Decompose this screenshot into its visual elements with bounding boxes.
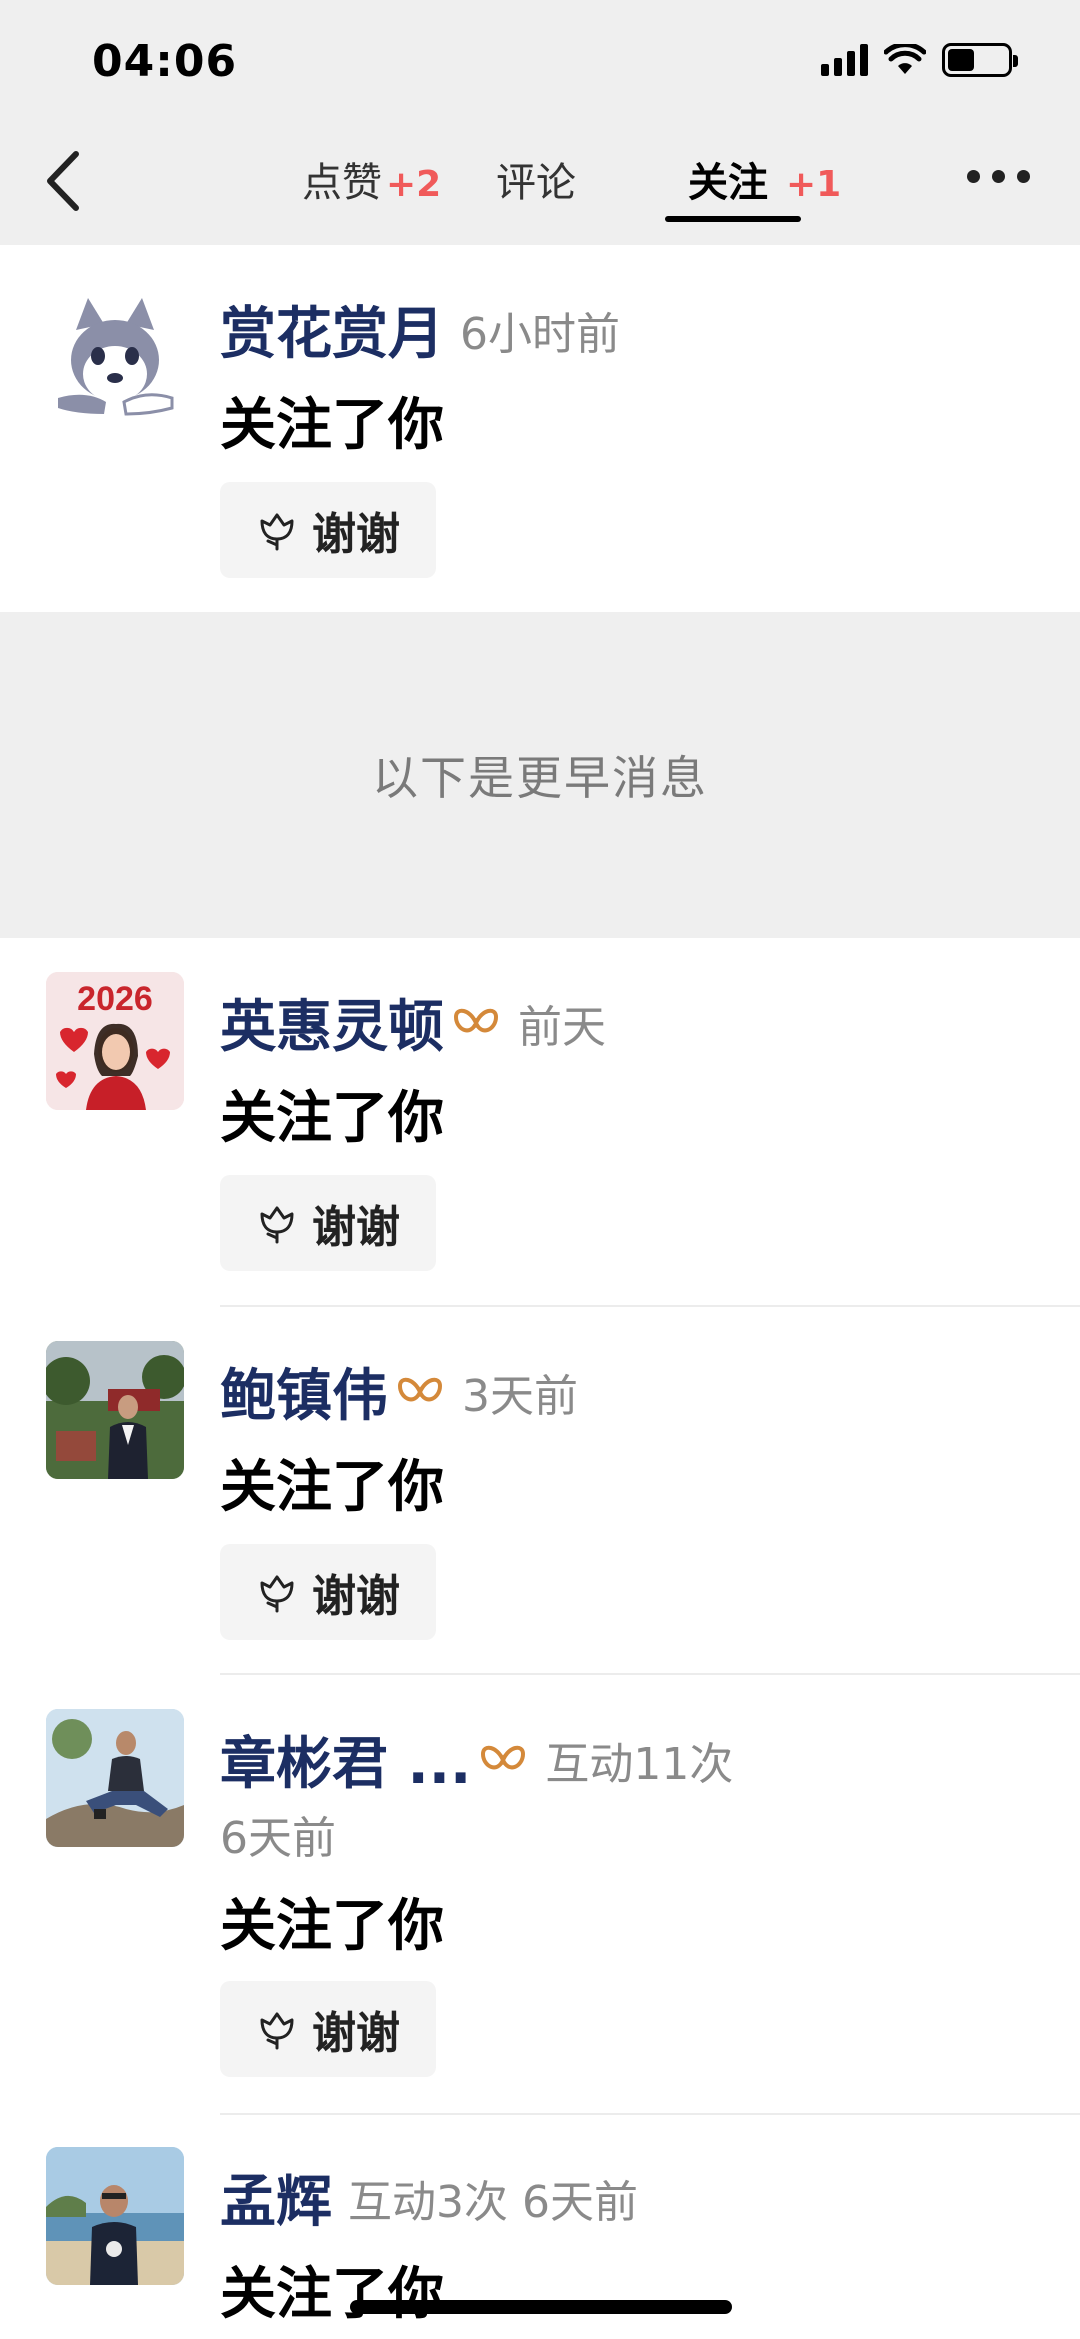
status-time: 04:06 <box>92 36 238 87</box>
avatar[interactable] <box>46 1341 184 1479</box>
avatar-text: 2026 <box>77 980 153 1018</box>
thanks-label: 谢谢 <box>312 509 400 560</box>
wifi-icon <box>884 44 926 74</box>
avatar-image <box>46 1341 184 1479</box>
interaction-count: 互动11次 <box>545 1738 734 1790</box>
active-tab-indicator <box>665 216 801 222</box>
avatar[interactable] <box>46 1709 184 1847</box>
thanks-label: 谢谢 <box>312 1202 400 1253</box>
timestamp: 6小时前 <box>460 308 620 360</box>
tab-likes[interactable]: 点赞 +2 <box>302 150 441 208</box>
tab-likes-label: 点赞 <box>302 160 382 206</box>
avatar[interactable] <box>46 290 184 428</box>
signal-icon <box>821 44 868 76</box>
action-text: 关注了你 <box>220 2262 444 2327</box>
thanks-button[interactable]: 谢谢 <box>220 1981 436 2077</box>
action-text: 关注了你 <box>220 1086 444 1151</box>
flower-icon <box>260 1575 294 1613</box>
thanks-label: 谢谢 <box>312 2008 400 2059</box>
action-text: 关注了你 <box>220 1894 444 1959</box>
earlier-messages-label: 以下是更早消息 <box>372 751 708 805</box>
action-text: 关注了你 <box>220 393 444 458</box>
battery-icon <box>942 43 1018 77</box>
tab-likes-badge: +2 <box>386 164 442 205</box>
notification-item[interactable]: 鲍镇伟 3天前 关注了你 谢谢 <box>0 1307 1080 1673</box>
more-options-icon[interactable] <box>967 170 1030 183</box>
avatar-image <box>46 2147 184 2285</box>
notification-item[interactable]: 章彬君 ... 互动11次 6天前 关注了你 谢谢 <box>0 1675 1080 2113</box>
avatar-image: 2026 <box>46 972 184 1110</box>
tab-follows-badge: +1 <box>785 164 842 205</box>
tab-follows-label: 关注 <box>688 160 768 206</box>
user-name[interactable]: 英惠灵顿 <box>220 982 444 1063</box>
action-text: 关注了你 <box>220 1455 444 1520</box>
timestamp: 互动3次 6天前 <box>348 2176 638 2228</box>
notification-item[interactable]: 2026 英惠灵顿 前天 关注了你 谢谢 <box>0 938 1080 1305</box>
user-name[interactable]: 章彬君 ... <box>220 1719 471 1800</box>
home-indicator[interactable] <box>350 2300 732 2314</box>
tab-follows[interactable]: 关注 +1 <box>688 150 841 208</box>
avatar[interactable]: 2026 <box>46 972 184 1110</box>
husky-avatar-icon <box>58 298 174 416</box>
timestamp: 3天前 <box>462 1370 578 1422</box>
avatar-image <box>46 1709 184 1847</box>
tab-comments[interactable]: 评论 <box>496 150 576 208</box>
user-name[interactable]: 鲍镇伟 <box>220 1351 388 1432</box>
vip-badge-icon <box>453 1008 499 1032</box>
tab-comments-label: 评论 <box>496 160 576 206</box>
flower-icon <box>260 513 294 551</box>
flower-icon <box>260 2012 294 2050</box>
user-name[interactable]: 孟辉 <box>220 2157 332 2238</box>
user-name[interactable]: 赏花赏月 <box>220 289 444 370</box>
vip-badge-icon <box>397 1377 443 1401</box>
thanks-label: 谢谢 <box>312 1571 400 1622</box>
thanks-button[interactable]: 谢谢 <box>220 1544 436 1640</box>
timestamp: 前天 <box>518 1001 606 1053</box>
vip-badge-icon <box>481 1745 526 1769</box>
tab-bar: 点赞 +2 评论 关注 +1 <box>0 150 1080 230</box>
timestamp: 6天前 <box>220 1813 336 1864</box>
avatar[interactable] <box>46 2147 184 2285</box>
earlier-messages-separator: 以下是更早消息 <box>0 612 1080 938</box>
top-bar: 04:06 点赞 +2 评论 关注 +1 <box>0 0 1080 245</box>
thanks-button[interactable]: 谢谢 <box>220 1175 436 1271</box>
notification-item[interactable]: 赏花赏月 6小时前 关注了你 谢谢 <box>0 245 1080 612</box>
flower-icon <box>260 1206 294 1244</box>
thanks-button[interactable]: 谢谢 <box>220 482 436 578</box>
status-icons <box>821 40 1018 80</box>
